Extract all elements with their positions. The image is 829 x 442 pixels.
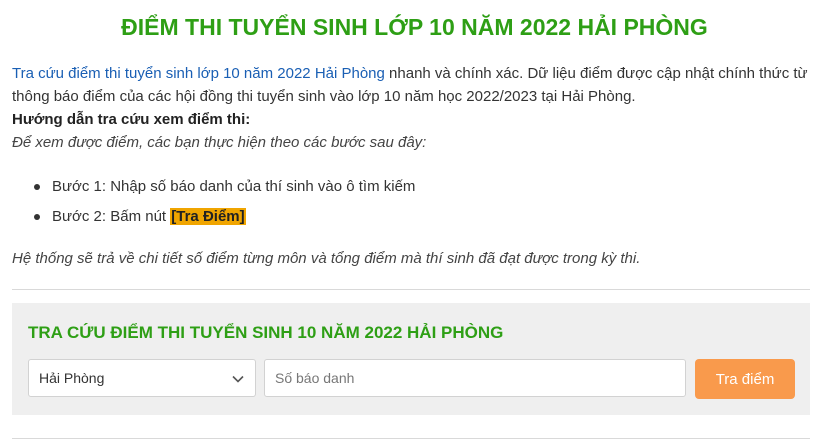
result-note: Hệ thống sẽ trả về chi tiết số điểm từng… bbox=[12, 250, 641, 267]
bullet-dot-icon bbox=[34, 184, 40, 190]
intro-link[interactable]: Tra cứu điểm thi tuyển sinh lớp 10 năm 2… bbox=[12, 65, 385, 82]
intro-paragraph: Tra cứu điểm thi tuyển sinh lớp 10 năm 2… bbox=[12, 62, 820, 108]
lookup-score-button[interactable]: Tra điểm bbox=[695, 359, 795, 399]
bullet-dot-icon bbox=[34, 214, 40, 220]
province-select-value: Hải Phòng bbox=[39, 370, 105, 386]
step-1: Bước 1: Nhập số báo danh của thí sinh và… bbox=[30, 176, 415, 206]
page: ĐIỂM THI TUYỂN SINH LỚP 10 NĂM 2022 HẢI … bbox=[0, 0, 829, 442]
province-select[interactable]: Hải Phòng bbox=[28, 359, 256, 397]
search-panel: TRA CỨU ĐIỂM THI TUYỂN SINH 10 NĂM 2022 … bbox=[12, 303, 810, 415]
page-title: ĐIỂM THI TUYỂN SINH LỚP 10 NĂM 2022 HẢI … bbox=[121, 14, 708, 40]
search-panel-title: TRA CỨU ĐIỂM THI TUYỂN SINH 10 NĂM 2022 … bbox=[28, 323, 504, 342]
chevron-down-icon bbox=[232, 375, 244, 383]
tra-diem-highlight: [Tra Điểm] bbox=[170, 208, 246, 225]
divider-top bbox=[12, 289, 810, 290]
step-1-text: Bước 1: Nhập số báo danh của thí sinh và… bbox=[52, 178, 416, 195]
step-2-text: Bước 2: Bấm nút bbox=[52, 208, 171, 225]
steps-list: Bước 1: Nhập số báo danh của thí sinh và… bbox=[30, 176, 415, 236]
divider-bottom bbox=[12, 438, 810, 439]
guide-heading: Hướng dẫn tra cứu xem điểm thi: bbox=[12, 111, 251, 128]
step-2: Bước 2: Bấm nút [Tra Điểm] bbox=[30, 206, 415, 236]
candidate-number-input[interactable] bbox=[264, 359, 686, 397]
guide-subheading: Để xem được điểm, các bạn thực hiện theo… bbox=[12, 134, 427, 151]
